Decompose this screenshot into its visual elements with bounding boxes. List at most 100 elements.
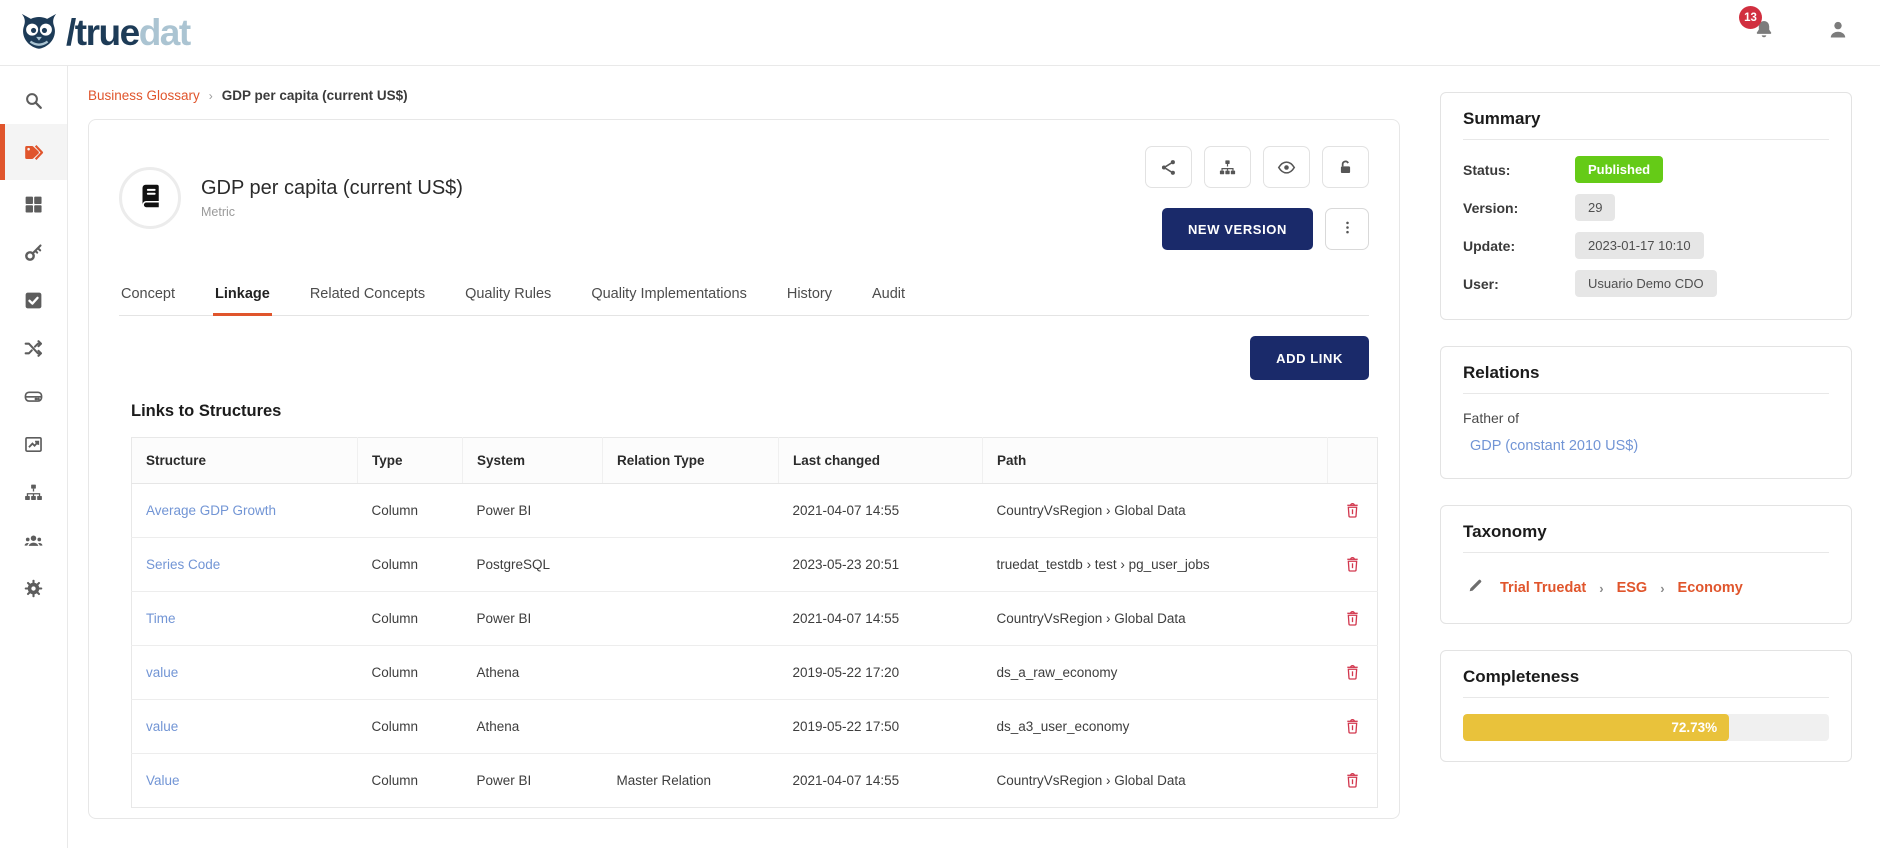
table-row: Series CodeColumnPostgreSQL2023-05-23 20… [132,538,1378,592]
users-icon [23,530,44,551]
breadcrumb: Business Glossary › GDP per capita (curr… [88,88,1400,103]
grid-icon [23,194,44,215]
taxonomy-link[interactable]: ESG [1617,580,1648,596]
concept-avatar [119,167,181,229]
gear-icon [23,578,44,599]
tab-linkage[interactable]: Linkage [213,276,272,316]
tab-related-concepts[interactable]: Related Concepts [308,276,427,316]
summary-row: Status:Published [1463,156,1829,183]
sidebar-item-gear[interactable] [0,564,67,612]
completeness-progress-fill: 72.73% [1463,714,1729,741]
tab-quality-rules[interactable]: Quality Rules [463,276,553,316]
edit-taxonomy-button[interactable] [1467,577,1484,599]
sitemap-button[interactable] [1204,146,1251,188]
unlock-button[interactable] [1322,146,1369,188]
trash-icon [1344,717,1361,735]
path-cell: ds_a3_user_economy [983,700,1328,754]
structure-link[interactable]: Value [146,773,180,788]
taxonomy-link[interactable]: Trial Truedat [1500,580,1586,596]
tab-history[interactable]: History [785,276,834,316]
delete-link-button[interactable] [1342,715,1363,737]
structure-link[interactable]: Average GDP Growth [146,503,276,518]
column-header-system: System [463,438,603,484]
table-row: valueColumnAthena2019-05-22 17:50ds_a3_u… [132,700,1378,754]
taxonomy-link[interactable]: Economy [1678,580,1743,596]
breadcrumb-link-business-glossary[interactable]: Business Glossary [88,88,200,103]
person-icon [1826,29,1850,46]
taxonomy-panel: Taxonomy Trial Truedat›ESG›Economy [1440,505,1852,624]
sidebar-item-grid[interactable] [0,180,67,228]
tab-audit[interactable]: Audit [870,276,907,316]
sidebar-item-shuffle[interactable] [0,324,67,372]
sidebar-item-drive[interactable] [0,372,67,420]
delete-link-button[interactable] [1342,553,1363,575]
tags-icon [23,142,44,163]
more-options-button[interactable] [1325,208,1369,250]
value-badge: Usuario Demo CDO [1575,270,1717,297]
trash-icon [1344,609,1361,627]
shuffle-icon [23,338,44,359]
eye-button[interactable] [1263,146,1310,188]
relation-type-cell [603,484,779,538]
taxonomy-separator: › [1599,581,1603,596]
column-header-relation-type: Relation Type [603,438,779,484]
system-cell: Athena [463,700,603,754]
sidebar-item-chart-line[interactable] [0,420,67,468]
type-cell: Column [358,754,463,808]
delete-link-button[interactable] [1342,499,1363,521]
column-header-actions [1328,438,1378,484]
type-cell: Column [358,592,463,646]
tab-concept[interactable]: Concept [119,276,177,316]
user-menu-button[interactable] [1826,18,1850,47]
relation-group-label: Father of [1463,410,1829,426]
key-icon [23,242,44,263]
delete-link-button[interactable] [1342,661,1363,683]
sitemap-icon [1218,158,1237,177]
tab-quality-implementations[interactable]: Quality Implementations [589,276,749,316]
table-row: Average GDP GrowthColumnPower BI2021-04-… [132,484,1378,538]
structure-link[interactable]: value [146,665,178,680]
column-header-type: Type [358,438,463,484]
trash-icon [1344,663,1361,681]
relation-link[interactable]: GDP (constant 2010 US$) [1470,438,1638,454]
sidebar-item-check-square[interactable] [0,276,67,324]
relations-panel: Relations Father of GDP (constant 2010 U… [1440,346,1852,479]
taxonomy-separator: › [1660,581,1664,596]
trash-icon [1344,501,1361,519]
structure-link[interactable]: Series Code [146,557,220,572]
value-badge: 2023-01-17 10:10 [1575,232,1704,259]
summary-panel: Summary Status:PublishedVersion:29Update… [1440,92,1852,320]
trash-icon [1344,555,1361,573]
summary-label: User: [1463,276,1575,292]
share-button[interactable] [1145,146,1192,188]
delete-link-button[interactable] [1342,607,1363,629]
summary-title: Summary [1463,109,1829,140]
relation-type-cell: Master Relation [603,754,779,808]
structure-link[interactable]: value [146,719,178,734]
truedat-logo[interactable]: /truedat [16,12,190,54]
sidebar-item-search[interactable] [0,76,67,124]
notifications-button[interactable]: 13 [1752,18,1776,47]
structure-link[interactable]: Time [146,611,176,626]
check-square-icon [23,290,44,311]
left-sidebar [0,66,68,848]
chart-line-icon [23,434,44,455]
relations-title: Relations [1463,363,1829,394]
last-changed-cell: 2019-05-22 17:50 [779,700,983,754]
bell-icon [1752,29,1776,46]
add-link-button[interactable]: ADD LINK [1250,336,1369,380]
new-version-button[interactable]: NEW VERSION [1162,208,1313,250]
relation-type-cell [603,646,779,700]
delete-link-button[interactable] [1342,769,1363,791]
sidebar-item-sitemap[interactable] [0,468,67,516]
column-header-path: Path [983,438,1328,484]
column-header-last-changed: Last changed [779,438,983,484]
path-cell: CountryVsRegion › Global Data [983,484,1328,538]
sidebar-item-users[interactable] [0,516,67,564]
path-cell: ds_a_raw_economy [983,646,1328,700]
sidebar-item-tags[interactable] [0,124,67,180]
trash-icon [1344,771,1361,789]
summary-row: Version:29 [1463,194,1829,221]
eye-icon [1277,158,1296,177]
sidebar-item-key[interactable] [0,228,67,276]
